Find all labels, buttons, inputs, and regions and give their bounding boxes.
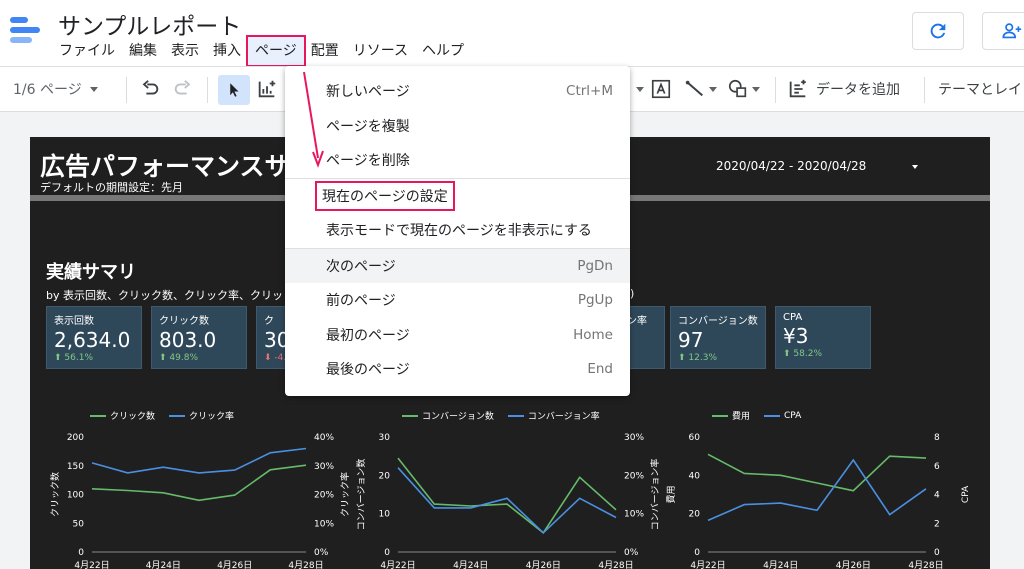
add-chart-icon [258, 80, 276, 98]
chart-legend: 費用 CPA [712, 409, 801, 422]
menu-item[interactable]: 表示モードで現在のページを非表示にする [285, 213, 630, 248]
dropdown-caret[interactable] [636, 67, 644, 111]
x-tick-label: 4月22日 [690, 560, 725, 569]
page-selector[interactable]: 1/6 ページ [13, 67, 98, 111]
y-tick-label: 40 [689, 471, 701, 481]
undo-button[interactable] [139, 67, 161, 111]
x-tick-label: 4月26日 [836, 560, 871, 569]
text-tool-button[interactable] [650, 67, 672, 111]
menu-item-label: ページを削除 [326, 153, 410, 170]
legend-swatch [764, 414, 781, 417]
legend-item[interactable]: CPA [764, 409, 801, 422]
y2-tick-label: 6 [934, 462, 940, 472]
menu-2[interactable]: 表示 [164, 37, 206, 65]
add-person-icon [1002, 23, 1022, 39]
menu-5[interactable]: 配置 [304, 37, 346, 65]
share-button[interactable] [982, 12, 1024, 50]
add-data-button[interactable]: データを追加 [787, 67, 900, 111]
y2-tick-label: 0 [934, 548, 940, 558]
redo-button[interactable] [172, 67, 194, 111]
chevron-down-icon [636, 86, 644, 92]
toolbar-divider [924, 77, 925, 103]
chevron-down-icon [752, 86, 760, 92]
menu-item[interactable]: 最後のページ End [285, 352, 630, 387]
menu-item-shortcut: PgDn [577, 257, 613, 274]
x-tick-label: 4月24日 [763, 560, 798, 569]
theme-layout-label: テーマとレイ [938, 82, 1022, 98]
menu-item-label: 次のページ [326, 258, 396, 275]
menu-item[interactable]: 新しいページ Ctrl+M [285, 74, 630, 109]
toolbar-divider [126, 77, 127, 103]
y-tick-label: 0 [694, 548, 700, 558]
menu-item-label: 前のページ [326, 293, 396, 310]
y2-tick-label: 4 [934, 491, 940, 501]
menu-item-label: 最後のページ [326, 362, 410, 379]
menu-item[interactable]: 前のページ PgUp [285, 283, 630, 318]
y2-axis-label: CPA [961, 485, 971, 503]
menu-item[interactable]: ページを複製 [285, 109, 630, 144]
line-tool-button[interactable] [684, 67, 717, 111]
add-data-icon [789, 79, 806, 98]
legend-label: 費用 [732, 412, 751, 422]
menu-7[interactable]: ヘルプ [415, 37, 471, 65]
refresh-button[interactable] [912, 12, 964, 50]
app-header: サンプルレポート ファイル 編集 表示 挿入 ページ 配置 リソース ヘルプ [0, 0, 1024, 67]
page-menu-dropdown: 新しいページ Ctrl+M ページを複製 ページを削除現在のページの設定表示モードで現… [285, 66, 630, 396]
toolbar-divider [207, 77, 208, 103]
series-line[interactable] [707, 458, 927, 522]
menu-item-shortcut: End [587, 361, 613, 378]
theme-layout-button[interactable]: テーマとレイ [938, 67, 1022, 111]
menu-item[interactable]: 現在のページの設定 [285, 179, 630, 214]
series-line[interactable] [707, 453, 927, 492]
redo-icon [174, 80, 191, 95]
page-selector-label: 1/6 ページ [13, 82, 82, 98]
menu-6[interactable]: リソース [346, 37, 415, 65]
menu-bar: ファイル 編集 表示 挿入 ページ 配置 リソース ヘルプ [52, 35, 471, 67]
toolbar-divider [775, 77, 776, 103]
undo-icon [142, 80, 159, 95]
shape-tool-button[interactable] [727, 67, 760, 111]
y-tick-label: 20 [689, 510, 701, 520]
menu-item-shortcut: PgUp [577, 292, 613, 309]
add-data-label: データを追加 [816, 82, 900, 98]
select-tool-button[interactable] [218, 75, 250, 105]
text-box-icon [651, 79, 671, 99]
menu-item-label: 最初のページ [326, 327, 410, 344]
legend-label: CPA [784, 410, 802, 421]
menu-item-label: 新しいページ [326, 84, 410, 101]
menu-1[interactable]: 編集 [122, 37, 164, 65]
line-icon [685, 80, 703, 97]
menu-item[interactable]: 最初のページ Home [285, 318, 630, 353]
refresh-icon [930, 23, 946, 39]
menu-item-label: ページを複製 [326, 118, 410, 135]
document-title[interactable]: サンプルレポート [58, 7, 241, 41]
cursor-arrow-icon [230, 83, 239, 97]
menu-item[interactable]: 次のページ PgDn [285, 248, 630, 283]
menu-4[interactable]: ページ [246, 35, 306, 67]
menu-item-shortcut: Ctrl+M [566, 83, 613, 100]
y-tick-label: 60 [689, 433, 701, 443]
menu-item-shortcut: Home [573, 326, 613, 343]
data-studio-logo-icon[interactable] [10, 17, 40, 47]
y-axis-label: 費用 [665, 485, 677, 503]
menu-0[interactable]: ファイル [52, 37, 122, 65]
menu-item-label: 表示モードで現在のページを非表示にする [326, 223, 592, 240]
y2-tick-label: 2 [934, 519, 940, 529]
add-chart-button[interactable] [256, 67, 278, 111]
menu-item[interactable]: ページを削除 [285, 143, 630, 178]
chevron-down-icon [89, 86, 98, 92]
menu-3[interactable]: 挿入 [206, 37, 248, 65]
chevron-down-icon [709, 86, 717, 92]
shapes-icon [728, 79, 747, 98]
y2-tick-label: 8 [934, 433, 940, 443]
x-tick-label: 4月28日 [908, 560, 943, 569]
menu-item-label: 現在のページの設定 [315, 180, 455, 211]
legend-swatch [712, 414, 728, 417]
legend-item[interactable]: 費用 [712, 409, 750, 422]
